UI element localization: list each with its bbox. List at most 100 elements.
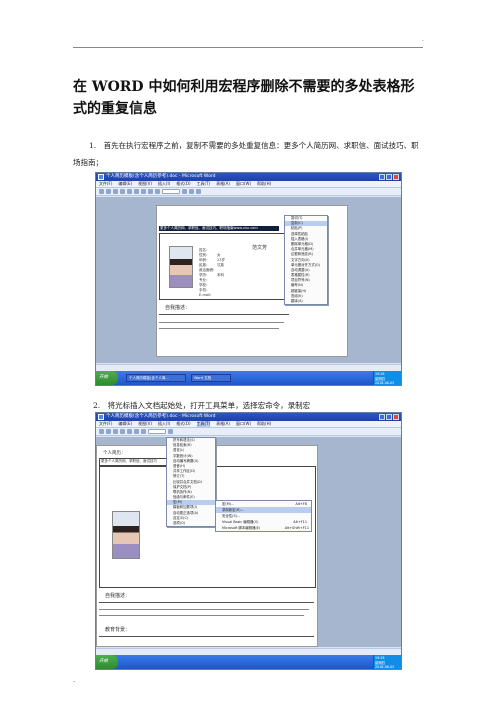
- divider: [99, 602, 314, 603]
- divider: [99, 636, 314, 637]
- header-mark: .: [422, 36, 424, 43]
- tray-date: 2016-06-03: [375, 665, 395, 669]
- word-icon: [98, 174, 104, 180]
- menu-insert[interactable]: 插入(I): [158, 181, 170, 187]
- menu-bar: 文件(F) 编辑(E) 视图(V) 插入(I) 格式(O) 工具(T) 表格(A…: [96, 181, 401, 188]
- minimize-icon[interactable]: [379, 174, 385, 180]
- new-icon[interactable]: [99, 429, 104, 434]
- field-value-3: 汉族: [217, 263, 224, 267]
- macro-script-editor-shortcut: Alt+Shift+F11: [284, 526, 309, 530]
- open-icon[interactable]: [106, 429, 111, 434]
- menu-table[interactable]: 表格(A): [216, 421, 230, 427]
- resume-name: 范文芳: [252, 245, 268, 251]
- document-area: 更多个人简历网、求职信、面试技巧、职场指南www.xxx.com 范文芳 姓名：…: [96, 197, 401, 363]
- toolbar: [96, 428, 401, 436]
- text-line: [159, 322, 284, 323]
- underline-icon[interactable]: [196, 189, 201, 194]
- start-button[interactable]: 开始: [96, 371, 118, 385]
- menu-window[interactable]: 窗口(W): [236, 181, 251, 187]
- menu-window[interactable]: 窗口(W): [236, 421, 251, 427]
- minimize-icon[interactable]: [379, 414, 385, 420]
- menu-view[interactable]: 视图(V): [138, 181, 152, 187]
- menu-file[interactable]: 文件(F): [99, 181, 112, 187]
- field-label-2: 年龄：: [199, 258, 210, 262]
- document-area: 个人简历： 更多个人简历网、求职信、面试技巧 自我描述： 教育背景： 拼写和语法…: [96, 437, 401, 647]
- text-line: [99, 615, 304, 616]
- screenshot-1: 个人简历模板(含个人简历参考).doc - Microsoft Word 文件(…: [95, 172, 402, 386]
- taskbar: 开始 19:28 星期四 2016-06-03: [96, 655, 401, 669]
- close-icon[interactable]: [393, 414, 399, 420]
- divider: [159, 314, 289, 315]
- window-title: 个人简历模板(含个人简历参考).doc - Microsoft Word: [106, 414, 216, 419]
- menu-tools[interactable]: 工具(T): [196, 421, 211, 427]
- field-label-6: 专业：: [199, 278, 210, 282]
- menu-format[interactable]: 格式(O): [176, 421, 190, 427]
- field-value-1: 女: [217, 253, 221, 257]
- system-tray: 19:28 星期四 2016-06-03: [373, 371, 401, 385]
- copy-icon[interactable]: [134, 429, 139, 434]
- menu-table[interactable]: 表格(A): [216, 181, 230, 187]
- footer-mark: .: [73, 676, 76, 684]
- open-icon[interactable]: [106, 189, 111, 194]
- field-label-0: 姓名：: [199, 248, 210, 252]
- field-label-3: 民族：: [199, 263, 210, 267]
- save-icon[interactable]: [113, 189, 118, 194]
- new-icon[interactable]: [99, 189, 104, 194]
- bold-icon[interactable]: [182, 189, 187, 194]
- bold-icon[interactable]: [168, 429, 173, 434]
- copy-icon[interactable]: [134, 189, 139, 194]
- cut-icon[interactable]: [127, 429, 132, 434]
- menu-edit[interactable]: 编辑(E): [118, 181, 132, 187]
- menu-help[interactable]: 帮助(H): [257, 421, 271, 427]
- word-icon: [98, 414, 104, 420]
- taskbar-item-0[interactable]: 个人简历模板(含个人简...: [126, 374, 186, 382]
- taskbar-item-1[interactable]: Word 文档: [191, 374, 231, 382]
- article-title: 在 WORD 中如何利用宏程序删除不需要的多处表格形式的重复信息: [73, 79, 415, 117]
- menu-file[interactable]: 文件(F): [99, 421, 112, 427]
- save-icon[interactable]: [113, 429, 118, 434]
- macro-macros-label: 宏(M)...: [222, 502, 235, 506]
- menu-view[interactable]: 视图(V): [138, 421, 152, 427]
- tray-date: 2016-06-03: [375, 381, 395, 385]
- menu-help[interactable]: 帮助(H): [257, 181, 271, 187]
- tools-options[interactable]: 选项(O): [167, 521, 215, 526]
- toolbar: [96, 188, 401, 196]
- doc-heading: 个人简历：: [103, 451, 126, 456]
- selected-text: 更多个人简历网、求职信、面试技巧: [101, 459, 157, 463]
- taskbar: 开始 个人简历模板(含个人简... Word 文档 19:28 星期四 2016…: [96, 371, 401, 385]
- window-titlebar: 个人简历模板(含个人简历参考).doc - Microsoft Word: [96, 413, 401, 421]
- text-line: [99, 609, 309, 610]
- menu-edit[interactable]: 编辑(E): [118, 421, 132, 427]
- menu-insert[interactable]: 插入(I): [158, 421, 170, 427]
- menu-tools[interactable]: 工具(T): [197, 181, 211, 187]
- cut-icon[interactable]: [127, 189, 132, 194]
- resume-photo: [112, 511, 140, 559]
- field-label-9: E-mail：: [199, 293, 214, 297]
- window-titlebar: 个人简历模板(含个人简历参考).doc - Microsoft Word: [96, 173, 401, 181]
- style-select[interactable]: [148, 429, 166, 434]
- macro-script-editor[interactable]: Microsoft 脚本编辑器(E) Alt+Shift+F11: [216, 525, 311, 531]
- field-label-7: 学校：: [199, 283, 210, 287]
- status-bar: [96, 648, 401, 655]
- redo-icon[interactable]: [155, 189, 160, 194]
- ctx-translate[interactable]: 翻译(A): [285, 299, 327, 304]
- field-value-5: 本科: [217, 273, 224, 277]
- start-button[interactable]: 开始: [96, 655, 118, 669]
- print-icon[interactable]: [120, 429, 125, 434]
- zoom-select[interactable]: [162, 189, 180, 194]
- italic-icon[interactable]: [189, 189, 194, 194]
- undo-icon[interactable]: [148, 189, 153, 194]
- print-icon[interactable]: [120, 189, 125, 194]
- paste-icon[interactable]: [141, 189, 146, 194]
- paste-icon[interactable]: [141, 429, 146, 434]
- menu-format[interactable]: 格式(O): [176, 181, 190, 187]
- context-menu: 剪切(T) 复制(C) 粘贴(P) 选择性粘贴 插入表格(I) 删除单元格(D)…: [284, 215, 328, 306]
- field-label-1: 性别：: [199, 253, 210, 257]
- section-label: 自我描述：: [105, 593, 131, 599]
- close-icon[interactable]: [393, 174, 399, 180]
- tools-menu: 拼写和语法(S) 信息检索(R) 语言(L) 字数统计(W) 自动编写摘要(U)…: [166, 437, 216, 528]
- selected-text: 更多个人简历网、求职信、面试技巧、职场指南www.xxx.com: [160, 226, 258, 230]
- maximize-icon[interactable]: [386, 174, 392, 180]
- header-rule: [73, 47, 423, 48]
- maximize-icon[interactable]: [386, 414, 392, 420]
